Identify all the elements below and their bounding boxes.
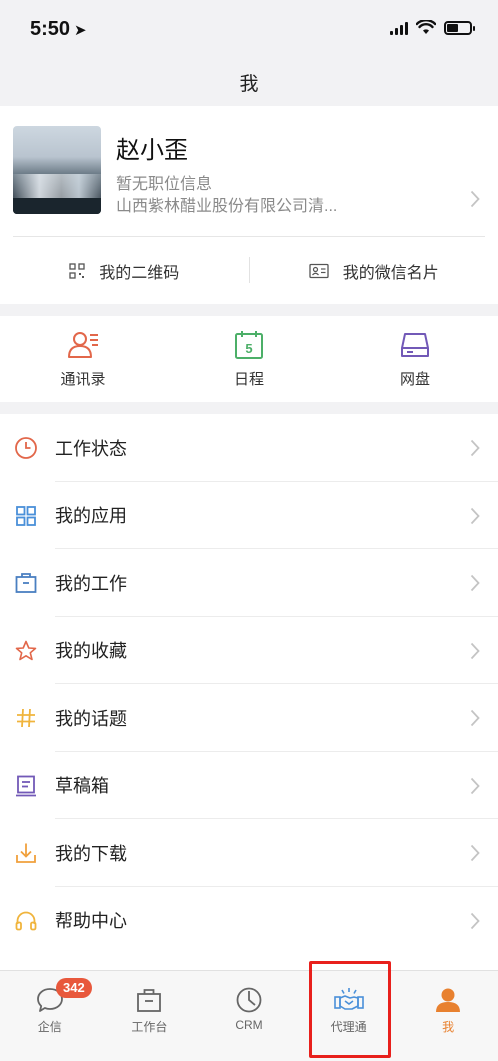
bottom-tab-bar: 企信 342 工作台 CRM 代理通 我 bbox=[0, 970, 498, 1061]
shortcut-disk-label: 网盘 bbox=[399, 371, 430, 388]
tab-crm-label: CRM bbox=[235, 1018, 263, 1032]
location-arrow-icon: ➤ bbox=[74, 22, 87, 39]
calendar-day-text: 5 bbox=[245, 341, 252, 356]
drafts-icon bbox=[16, 775, 36, 796]
profile-company: 山西紫林醋业股份有限公司清... bbox=[116, 198, 338, 215]
apps-grid-icon bbox=[16, 505, 36, 526]
tab-agent[interactable]: 代理通 bbox=[299, 971, 399, 1061]
menu-item-downloads[interactable]: 我的下载 bbox=[0, 819, 498, 887]
headset-icon bbox=[15, 911, 37, 930]
chevron-right-icon bbox=[470, 912, 480, 929]
menu-item-label: 工作状态 bbox=[55, 438, 127, 459]
page-title: 我 bbox=[239, 73, 259, 95]
shortcut-contacts[interactable]: 通讯录 bbox=[0, 316, 166, 402]
menu-item-my-work[interactable]: 我的工作 bbox=[0, 549, 498, 617]
chevron-right-icon[interactable] bbox=[470, 190, 480, 208]
tab-crm[interactable]: CRM bbox=[199, 971, 299, 1061]
chevron-right-icon bbox=[470, 507, 480, 524]
chevron-right-icon bbox=[470, 642, 480, 659]
tab-workbench[interactable]: 工作台 bbox=[100, 971, 200, 1061]
chevron-right-icon bbox=[470, 844, 480, 862]
status-bar: 5:50 ➤ bbox=[0, 0, 498, 58]
clock-icon bbox=[15, 437, 37, 459]
shortcut-contacts-label: 通讯录 bbox=[60, 371, 106, 388]
menu-item-label: 我的下载 bbox=[55, 843, 127, 864]
menu-item-label: 我的话题 bbox=[55, 708, 127, 729]
workbench-icon bbox=[137, 989, 162, 1012]
menu-item-help-center[interactable]: 帮助中心 bbox=[0, 887, 498, 955]
status-time: 5:50 ➤ bbox=[30, 18, 87, 41]
tab-me[interactable]: 我 bbox=[398, 971, 498, 1061]
avatar[interactable] bbox=[13, 126, 101, 214]
tab-workbench-label: 工作台 bbox=[131, 1020, 168, 1034]
tab-me-label: 我 bbox=[442, 1020, 455, 1034]
shortcut-row: 通讯录 5 日程 网盘 bbox=[0, 316, 498, 402]
crm-clock-icon bbox=[236, 987, 262, 1013]
profile-position: 暂无职位信息 bbox=[116, 176, 213, 193]
my-wechat-card-button[interactable]: 我的微信名片 bbox=[250, 237, 498, 304]
tab-messages-label: 企信 bbox=[37, 1020, 62, 1034]
my-wechat-card-label: 我的微信名片 bbox=[342, 264, 439, 282]
tab-agent-label: 代理通 bbox=[330, 1020, 367, 1034]
contacts-icon bbox=[68, 332, 98, 358]
menu-item-my-apps[interactable]: 我的应用 bbox=[0, 482, 498, 550]
nav-bar: 我 bbox=[0, 58, 498, 106]
shortcut-calendar[interactable]: 5 日程 bbox=[166, 316, 332, 402]
status-indicators bbox=[390, 20, 475, 35]
menu-item-work-status[interactable]: 工作状态 bbox=[0, 414, 498, 482]
status-time-text: 5:50 bbox=[30, 18, 71, 40]
battery-icon bbox=[444, 20, 475, 35]
chevron-right-icon bbox=[470, 574, 480, 592]
hashtag-icon bbox=[17, 708, 35, 728]
my-qr-code-button[interactable]: 我的二维码 bbox=[0, 237, 249, 304]
menu-item-label: 我的收藏 bbox=[55, 641, 127, 662]
menu-item-label: 帮助中心 bbox=[55, 911, 127, 932]
disk-icon bbox=[401, 333, 429, 357]
wifi-icon bbox=[416, 20, 436, 34]
shortcut-calendar-label: 日程 bbox=[233, 371, 264, 388]
qr-code-icon bbox=[69, 262, 85, 279]
chevron-right-icon bbox=[470, 777, 480, 794]
tab-messages[interactable]: 企信 342 bbox=[0, 971, 100, 1061]
menu-item-topics[interactable]: 我的话题 bbox=[0, 684, 498, 752]
menu-item-label: 我的工作 bbox=[55, 573, 127, 594]
menu-list: 工作状态 我的应用 我的工作 我的收藏 我的话题 草稿箱 我的下载 帮助中心 bbox=[0, 414, 498, 970]
profile-name: 赵小歪 bbox=[116, 137, 188, 164]
menu-item-favorites[interactable]: 我的收藏 bbox=[0, 617, 498, 685]
user-icon bbox=[436, 988, 461, 1012]
chevron-right-icon bbox=[470, 439, 480, 457]
star-icon bbox=[15, 640, 37, 660]
menu-item-label: 我的应用 bbox=[55, 506, 127, 527]
id-card-icon bbox=[309, 263, 329, 278]
menu-item-label: 草稿箱 bbox=[55, 776, 109, 797]
my-qr-code-label: 我的二维码 bbox=[99, 264, 180, 282]
download-icon bbox=[16, 843, 36, 863]
profile-card[interactable]: 赵小歪 暂无职位信息 山西紫林醋业股份有限公司清... 我的二维码 我的微信名片 bbox=[0, 106, 498, 304]
shortcut-disk[interactable]: 网盘 bbox=[332, 316, 498, 402]
calendar-icon: 5 bbox=[235, 331, 263, 359]
profile-actions: 我的二维码 我的微信名片 bbox=[0, 237, 498, 304]
chevron-right-icon bbox=[470, 709, 480, 727]
briefcase-icon bbox=[15, 573, 37, 593]
unread-badge: 342 bbox=[56, 978, 92, 998]
handshake-icon bbox=[333, 988, 364, 1010]
cellular-signal-icon bbox=[390, 21, 408, 35]
menu-item-drafts[interactable]: 草稿箱 bbox=[0, 752, 498, 820]
